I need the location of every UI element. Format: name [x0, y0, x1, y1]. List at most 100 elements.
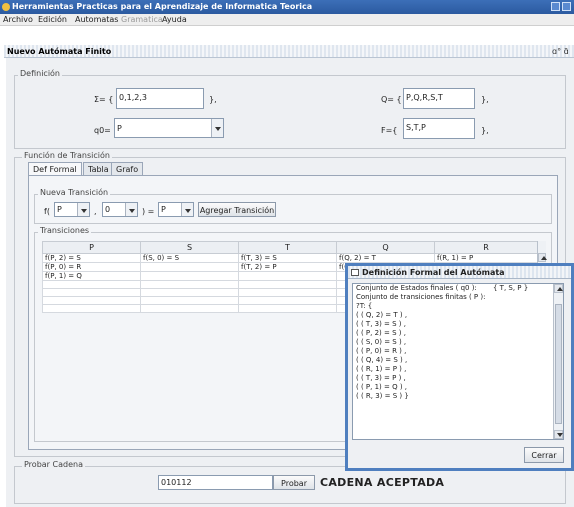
scroll-down-icon[interactable]	[554, 430, 563, 439]
result-status: CADENA ACEPTADA	[320, 476, 445, 489]
table-cell[interactable]	[140, 288, 239, 297]
dialog-text-line: ( ( T, 3) = S ) ,	[356, 320, 406, 328]
app-icon	[2, 3, 10, 11]
q-label: Q= {	[381, 95, 402, 104]
f-open-label: f(	[44, 207, 50, 216]
probar-legend: Probar Cadena	[22, 460, 85, 469]
chevron-down-icon[interactable]	[125, 203, 137, 216]
maximize-icon[interactable]	[562, 2, 571, 11]
chevron-down-icon[interactable]	[181, 203, 193, 216]
table-cell[interactable]	[238, 288, 337, 297]
table-cell[interactable]: f(P, 1) = Q	[42, 271, 141, 281]
state-combo[interactable]: P	[54, 202, 90, 217]
tab-tabla[interactable]: Tabla	[83, 162, 114, 175]
dialog-text-line: ( ( R, 3) = S ) }	[356, 392, 409, 400]
chevron-down-icon[interactable]	[211, 119, 223, 137]
dialog-text-line: ?T: {	[356, 302, 373, 310]
dialog-text-area[interactable]: Conjunto de Estados finales ( q0 ): { T,…	[352, 283, 564, 440]
dialog-text-line: ( ( T, 3) = P ) ,	[356, 374, 406, 382]
q0-combo-value: P	[117, 124, 122, 133]
table-cell[interactable]	[42, 296, 141, 305]
table-cell[interactable]	[238, 280, 337, 289]
table-cell[interactable]	[238, 304, 337, 313]
menu-automatas[interactable]: Automatas	[75, 15, 118, 24]
dialog-title: Definición Formal del Autómata	[362, 268, 505, 277]
result-combo[interactable]: P	[158, 202, 194, 217]
table-header-row: P S T Q R	[42, 241, 538, 254]
table-cell[interactable]: f(T, 2) = P	[238, 262, 337, 272]
table-cell[interactable]	[238, 296, 337, 305]
column-header[interactable]: T	[238, 241, 337, 254]
q0-label: q0=	[94, 126, 111, 135]
menu-edicion[interactable]: Edición	[38, 15, 67, 24]
scroll-thumb[interactable]	[555, 304, 562, 424]
dialog-text-line: ( ( Q, 2) = T ) ,	[356, 311, 408, 319]
probar-button[interactable]: Probar	[273, 475, 315, 490]
table-cell[interactable]: f(T, 3) = S	[238, 253, 337, 263]
table-cell[interactable]	[140, 304, 239, 313]
window-titlebar: Herramientas Practicas para el Aprendiza…	[0, 0, 574, 14]
menu-archivo[interactable]: Archivo	[3, 15, 33, 24]
minimize-icon[interactable]	[551, 2, 560, 11]
q-close-brace: },	[481, 95, 489, 104]
table-cell[interactable]	[42, 280, 141, 289]
column-header[interactable]: P	[42, 241, 141, 254]
scroll-up-icon[interactable]	[554, 284, 563, 293]
dialog-scrollbar[interactable]	[553, 284, 563, 439]
window-title: Herramientas Practicas para el Aprendiza…	[12, 2, 313, 11]
window-icon	[351, 269, 359, 276]
table-cell[interactable]	[140, 280, 239, 289]
tab-grafo[interactable]: Grafo	[111, 162, 144, 175]
menu-bar: Archivo Edición Automatas Gramatica Ayud…	[0, 14, 574, 26]
menu-gramatica[interactable]: Gramatica	[121, 15, 163, 24]
table-cell[interactable]	[140, 271, 239, 281]
scroll-up-icon[interactable]	[538, 253, 547, 262]
table-cell[interactable]: f(P, 0) = R	[42, 262, 141, 272]
transiciones-legend: Transiciones	[38, 226, 92, 235]
symbol-combo[interactable]: 0	[102, 202, 138, 217]
table-cell[interactable]: f(S, 0) = S	[140, 253, 239, 263]
table-cell[interactable]	[42, 304, 141, 313]
cerrar-button[interactable]: Cerrar	[524, 447, 564, 463]
internal-frame-title: Nuevo Autómata Finito	[7, 47, 112, 56]
table-cell[interactable]: f(R, 1) = P	[434, 253, 538, 263]
table-cell[interactable]: f(P, 2) = S	[42, 253, 141, 263]
definicion-legend: Definición	[18, 69, 62, 78]
dialog-text-line: ( ( P, 2) = S ) ,	[356, 329, 406, 337]
finals-value: { T, S, P }	[493, 284, 529, 292]
sigma-label: Σ= {	[94, 95, 114, 104]
dialog-text-line: ( ( P, 0) = R ) ,	[356, 347, 407, 355]
f-input[interactable]: S,T,P	[403, 118, 475, 139]
dialog-text-line: Conjunto de transiciones finitas ( P ):	[356, 293, 486, 301]
finals-label: Conjunto de Estados finales ( q0 ):	[356, 284, 477, 292]
nueva-transicion-legend: Nueva Transición	[38, 188, 111, 197]
column-header[interactable]: R	[434, 241, 538, 254]
table-cell[interactable]	[238, 271, 337, 281]
table-cell[interactable]	[140, 262, 239, 272]
column-header[interactable]: S	[140, 241, 239, 254]
q-input[interactable]: P,Q,R,S,T	[403, 88, 475, 109]
dialog-text-line: ( ( Q, 4) = S ) ,	[356, 356, 408, 364]
chevron-down-icon[interactable]	[77, 203, 89, 216]
column-header[interactable]: Q	[336, 241, 435, 254]
tab-def-formal[interactable]: Def Formal	[28, 162, 82, 175]
frame-controls-icon[interactable]: ɑ° ɑ̃	[552, 47, 569, 56]
sigma-input[interactable]: 0,1,2,3	[116, 88, 204, 109]
q0-combo[interactable]: P	[114, 118, 224, 138]
finals-line: Conjunto de Estados finales ( q0 ): { T,…	[353, 284, 563, 293]
symbol-combo-value: 0	[105, 205, 111, 214]
dialog-titlebar: Definición Formal del Autómata	[348, 266, 571, 279]
close-eq-label: ) =	[142, 207, 155, 216]
dialog-text-line: ( ( R, 1) = P ) ,	[356, 365, 407, 373]
agregar-transicion-button[interactable]: Agregar Transición	[198, 202, 276, 217]
menu-ayuda[interactable]: Ayuda	[162, 15, 187, 24]
dialog-text-line: ( ( S, 0) = S ) ,	[356, 338, 407, 346]
table-row[interactable]: f(P, 2) = Sf(S, 0) = Sf(T, 3) = Sf(Q, 2)…	[42, 253, 538, 263]
sigma-close-brace: },	[209, 95, 217, 104]
table-cell[interactable]	[42, 288, 141, 297]
table-cell[interactable]: f(Q, 2) = T	[336, 253, 435, 263]
table-cell[interactable]	[140, 296, 239, 305]
cadena-input[interactable]: 010112	[158, 475, 273, 490]
dialog-text-line: ( ( P, 1) = Q ) ,	[356, 383, 407, 391]
funcion-legend: Función de Transición	[22, 151, 112, 160]
